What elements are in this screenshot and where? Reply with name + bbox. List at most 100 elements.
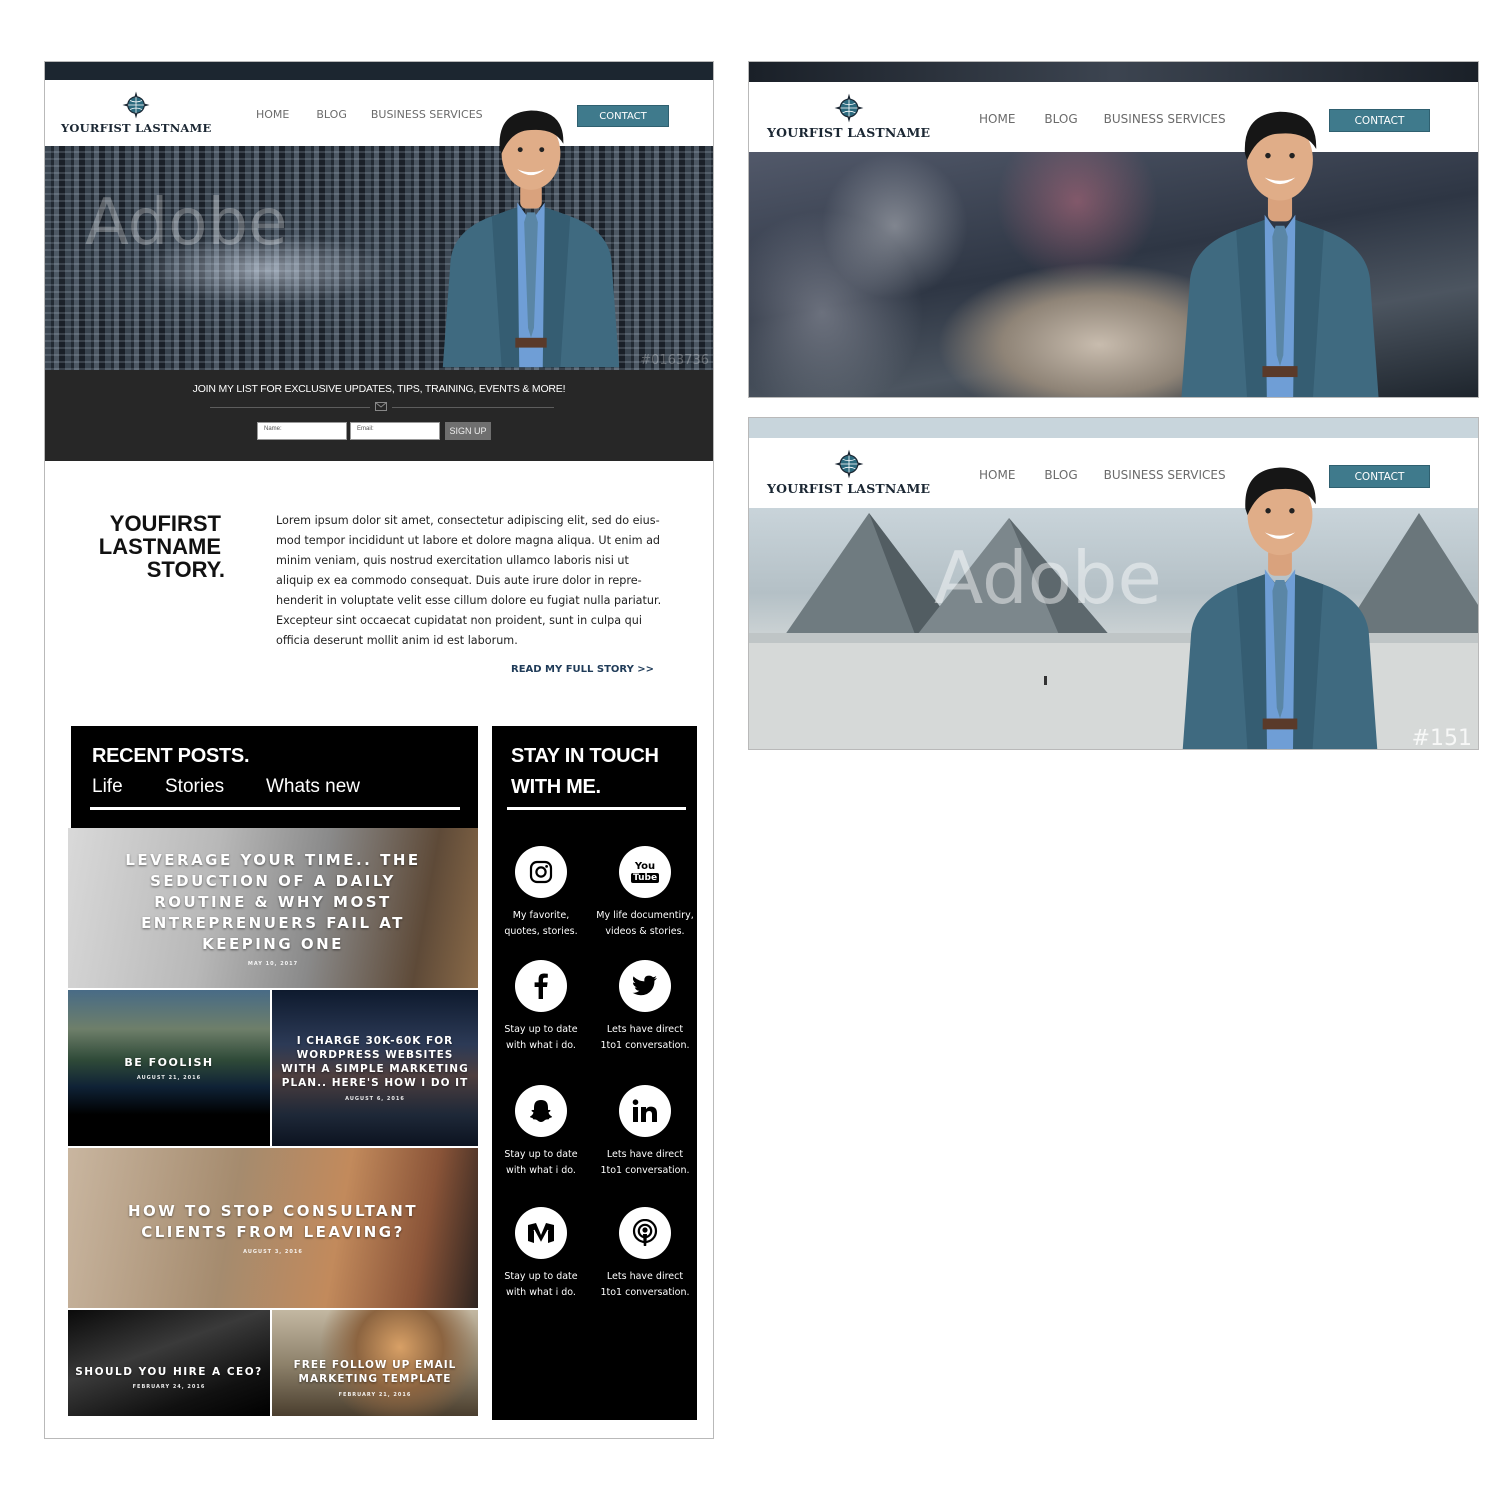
post-tile[interactable]: I CHARGE 30K-60K FOR WORDPRESS WEBSITES …	[272, 990, 478, 1146]
social-facebook: Stay up to date with what i do.	[491, 960, 591, 1053]
post-date: AUGUST 6, 2016	[345, 1096, 405, 1102]
post-tile[interactable]: LEVERAGE YOUR TIME.. THE SEDUCTION OF A …	[68, 828, 478, 988]
nav-home[interactable]: HOME	[979, 112, 1015, 126]
twitter-button[interactable]	[619, 960, 671, 1012]
social-snapchat: Stay up to date with what i do.	[491, 1085, 591, 1178]
medium-button[interactable]	[515, 1207, 567, 1259]
post-date: AUGUST 21, 2016	[136, 1074, 202, 1081]
posts-tab-underline	[90, 807, 460, 810]
social-caption: Lets have direct 1to1 conversation.	[600, 1024, 690, 1051]
post-title: SHOULD YOU HIRE A CEO?	[75, 1366, 263, 1378]
youtube-icon-top: You	[634, 860, 656, 872]
post-tile[interactable]: HOW TO STOP CONSULTANT CLIENTS FROM LEAV…	[68, 1148, 478, 1308]
brand-logo[interactable]: YOURFIST LASTNAME	[767, 448, 930, 496]
brand-logo[interactable]: YOURFIST LASTNAME	[61, 90, 211, 135]
recent-posts-title: RECENT POSTS.	[92, 745, 250, 767]
story-line: Excepteur sint occaecat cupidatat non pr…	[276, 614, 642, 627]
nav-blog[interactable]: BLOG	[1044, 112, 1077, 126]
social-caption: Lets have direct 1to1 conversation.	[600, 1271, 690, 1298]
post-tile[interactable]: SHOULD YOU HIRE A CEO? FEBRUARY 24, 2016	[68, 1310, 270, 1416]
header-variant-street: YOURFIST LASTNAME HOME BLOG BUSINESS SER…	[748, 61, 1479, 398]
snapchat-button[interactable]	[515, 1085, 567, 1137]
social-twitter: Lets have direct 1to1 conversation.	[595, 960, 695, 1053]
stay-in-touch-title: STAY IN TOUCH WITH ME.	[511, 741, 659, 803]
top-band	[749, 418, 1478, 438]
globe-icon	[833, 92, 865, 124]
nav-blog[interactable]: BLOG	[316, 108, 346, 121]
top-band	[749, 62, 1478, 82]
email-input[interactable]: Email:	[350, 422, 440, 440]
social-instagram: My favorite, quotes, stories.	[491, 846, 591, 939]
read-full-story-link[interactable]: READ MY FULL STORY >>	[511, 664, 654, 675]
facebook-button[interactable]	[515, 960, 567, 1012]
person-photo	[1169, 92, 1391, 398]
post-title: FREE FOLLOW UP EMAIL MARKETING TEMPLATE	[293, 1359, 457, 1385]
logo-text: YOURFIST LASTNAME	[767, 481, 931, 496]
post-title: HOW TO STOP CONSULTANT CLIENTS FROM LEAV…	[127, 1202, 419, 1241]
story-line: Lorem ipsum dolor sit amet, consectetur …	[276, 514, 660, 527]
signup-title: JOIN MY LIST FOR EXCLUSIVE UPDATES, TIPS…	[192, 383, 566, 395]
person-photo	[433, 90, 629, 370]
nav-home[interactable]: HOME	[979, 468, 1015, 482]
post-date: MAY 10, 2017	[247, 960, 299, 967]
logo-text: YOURFIST LASTNAME	[61, 121, 212, 135]
social-caption: My favorite, quotes, stories.	[504, 910, 578, 937]
homepage-mockup: YOURFIST LASTNAME HOME BLOG BUSINESS SER…	[44, 61, 714, 1439]
tab-whats-new[interactable]: Whats new	[266, 776, 360, 798]
stock-tag-watermark: #151	[1411, 726, 1472, 750]
post-date: FEBRUARY 21, 2016	[338, 1392, 412, 1398]
social-linkedin: Lets have direct 1to1 conversation.	[595, 1085, 695, 1178]
top-band	[45, 62, 713, 80]
globe-icon	[833, 448, 865, 480]
logo-text: YOURFIST LASTNAME	[767, 125, 931, 140]
story-line: henderit in voluptate velit esse cillum …	[276, 594, 662, 607]
medium-icon	[528, 1223, 554, 1244]
youtube-button[interactable]: You Tube	[619, 846, 671, 898]
social-podcast: Lets have direct 1to1 conversation.	[595, 1207, 695, 1300]
signup-divider-right	[392, 407, 554, 408]
twitter-icon	[632, 975, 657, 996]
nav-home[interactable]: HOME	[256, 108, 289, 121]
story-line: mod tempor incididunt ut labore et dolor…	[276, 534, 661, 547]
linkedin-button[interactable]	[619, 1085, 671, 1137]
podcast-button[interactable]	[619, 1207, 671, 1259]
instagram-button[interactable]	[515, 846, 567, 898]
story-heading-line1: YOUFIRST	[109, 511, 221, 536]
adobe-watermark: Adobe	[934, 536, 1162, 620]
social-caption: Stay up to date with what i do.	[504, 1271, 578, 1298]
post-date: AUGUST 3, 2016	[243, 1249, 303, 1255]
post-title: I CHARGE 30K-60K FOR WORDPRESS WEBSITES …	[281, 1035, 469, 1089]
social-caption: Lets have direct 1to1 conversation.	[600, 1149, 690, 1176]
instagram-icon	[529, 860, 553, 884]
social-medium: Stay up to date with what i do.	[491, 1207, 591, 1300]
linkedin-icon	[632, 1099, 657, 1122]
person-photo	[1169, 448, 1391, 750]
post-title: LEVERAGE YOUR TIME.. THE SEDUCTION OF A …	[125, 850, 421, 953]
globe-icon	[121, 90, 151, 120]
social-caption: Stay up to date with what i do.	[504, 1149, 578, 1176]
story-line: minim veniam, quis nostrud exercitation …	[276, 554, 629, 567]
mail-icon	[375, 402, 387, 411]
tab-life[interactable]: Life	[92, 776, 123, 798]
adobe-watermark: Adobe	[85, 186, 288, 260]
story-line: officia deserunt mollit anim id est labo…	[276, 634, 518, 647]
stay-in-touch-title-line1: STAY IN TOUCH	[511, 745, 659, 767]
signup-button[interactable]: SIGN UP	[445, 422, 491, 440]
tab-stories[interactable]: Stories	[165, 776, 224, 798]
stay-in-touch-panel: STAY IN TOUCH WITH ME. My favorite, quot…	[492, 726, 697, 1420]
post-date: FEBRUARY 24, 2016	[132, 1384, 206, 1390]
header-variant-pyramids: YOURFIST LASTNAME HOME BLOG BUSINESS SER…	[748, 417, 1479, 750]
youtube-icon: You Tube	[630, 860, 660, 883]
social-youtube: You Tube My life documentiry, videos & st…	[595, 846, 695, 939]
recent-posts-panel: RECENT POSTS. Life Stories Whats new	[71, 726, 478, 828]
post-tile[interactable]: FREE FOLLOW UP EMAIL MARKETING TEMPLATE …	[272, 1310, 478, 1416]
podcast-icon	[632, 1219, 658, 1246]
nav-blog[interactable]: BLOG	[1044, 468, 1077, 482]
signup-divider-left	[210, 407, 370, 408]
story-heading-line3: STORY.	[146, 557, 225, 582]
brand-logo[interactable]: YOURFIST LASTNAME	[767, 92, 930, 140]
post-tile[interactable]: BE FOOLISH AUGUST 21, 2016	[68, 990, 270, 1146]
story-heading: YOUFIRST LASTNAME STORY.	[85, 512, 225, 581]
snapchat-icon	[530, 1100, 552, 1122]
name-input[interactable]: Name:	[257, 422, 347, 440]
